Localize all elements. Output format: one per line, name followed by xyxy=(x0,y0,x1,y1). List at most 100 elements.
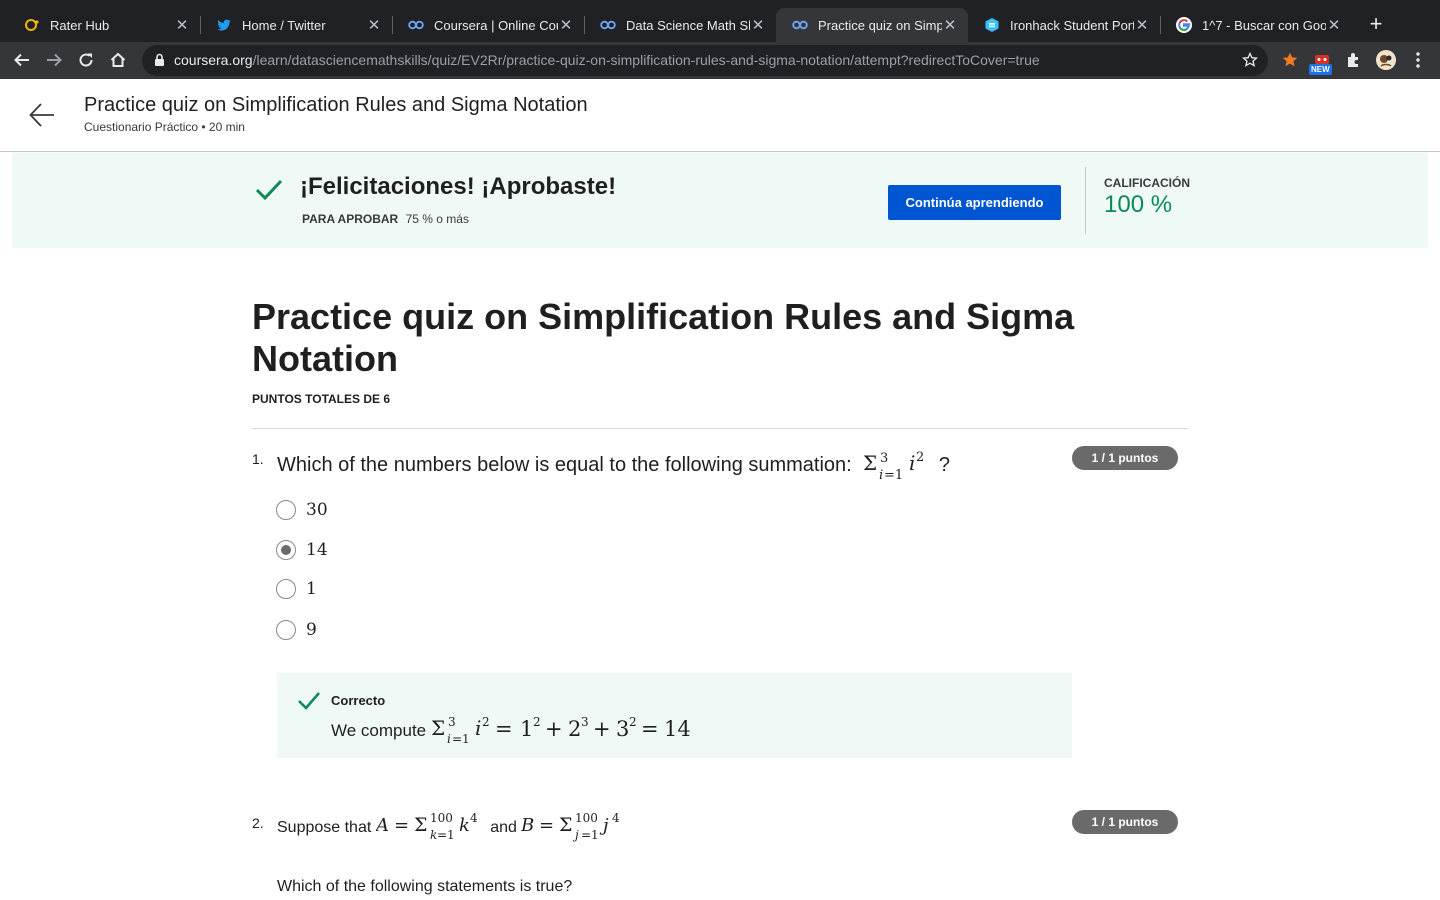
option-label: 14 xyxy=(306,540,328,560)
header-title: Practice quiz on Simplification Rules an… xyxy=(84,94,588,116)
google-icon xyxy=(1176,17,1192,33)
question-number: 1. xyxy=(252,451,264,467)
close-tab-icon[interactable]: ✕ xyxy=(174,17,190,34)
browser-tab[interactable]: Ironhack Student Porta ✕ xyxy=(968,8,1160,42)
svg-text:100: 100 xyxy=(575,811,598,825)
pass-banner: ¡Felicitaciones! ¡Aprobaste! PARA APROBA… xyxy=(12,153,1428,248)
formula-a: A = Σ 100 k =1 k 4 xyxy=(374,811,490,842)
reload-icon[interactable] xyxy=(74,48,98,72)
feedback-title: Correcto xyxy=(331,693,386,708)
grade-label: CALIFICACIÓN xyxy=(1104,176,1190,190)
svg-text:i: i xyxy=(475,716,481,740)
browser-tab[interactable]: Rater Hub ✕ xyxy=(8,8,200,42)
radio-button[interactable] xyxy=(276,500,296,520)
tab-title: Ironhack Student Porta xyxy=(1010,17,1134,33)
answer-option-selected[interactable]: 14 xyxy=(276,539,328,561)
forward-icon[interactable] xyxy=(42,48,66,72)
svg-text:j: j xyxy=(572,828,579,842)
orange-star-extension-icon[interactable] xyxy=(1278,48,1302,72)
tab-title: Home / Twitter xyxy=(242,17,326,33)
close-tab-icon[interactable]: ✕ xyxy=(366,17,382,34)
question-mark: ? xyxy=(938,454,950,476)
svg-text:i: i xyxy=(447,732,451,746)
svg-text:100: 100 xyxy=(430,811,453,825)
answer-option[interactable]: 30 xyxy=(276,499,328,521)
svg-text:2: 2 xyxy=(629,715,637,729)
svg-text:=: = xyxy=(394,815,409,836)
feedback-text: We compute Σ 3 i =1 i 2 = 1 2 + 2 3 + 3 … xyxy=(331,715,693,747)
close-tab-icon[interactable]: ✕ xyxy=(1326,17,1342,34)
browser-tab[interactable]: Data Science Math Ski ✕ xyxy=(584,8,776,42)
svg-text:j: j xyxy=(599,815,609,836)
formula-b: B = Σ 100 j =1 j 4 xyxy=(520,811,631,842)
url-host: coursera.org xyxy=(174,52,253,68)
svg-text:=: = xyxy=(495,717,513,741)
address-bar[interactable]: coursera.org/learn/datasciencemathskills… xyxy=(142,45,1268,76)
url-text: coursera.org/learn/datasciencemathskills… xyxy=(174,52,1040,68)
svg-text:2: 2 xyxy=(916,450,924,465)
bookmark-star-icon[interactable] xyxy=(1241,51,1259,73)
svg-text:14: 14 xyxy=(664,717,691,741)
conjunction: and xyxy=(490,819,517,836)
browser-tab[interactable]: Coursera | Online Cour ✕ xyxy=(392,8,584,42)
home-icon[interactable] xyxy=(106,48,130,72)
browser-tab[interactable]: 1^7 - Buscar con Goog ✕ xyxy=(1160,8,1352,42)
profile-avatar-icon[interactable] xyxy=(1374,48,1398,72)
check-icon xyxy=(297,691,321,716)
svg-text:=1: =1 xyxy=(581,828,599,842)
question-text: Which of the numbers below is equal to t… xyxy=(277,450,950,484)
radio-button[interactable] xyxy=(276,579,296,599)
puzzle-extensions-icon[interactable] xyxy=(1342,48,1366,72)
browser-tab[interactable]: Home / Twitter ✕ xyxy=(200,8,392,42)
coursera-icon xyxy=(792,17,808,33)
svg-text:Σ: Σ xyxy=(431,716,445,740)
rater-hub-icon xyxy=(24,17,40,33)
svg-text:i: i xyxy=(879,468,883,483)
option-label: 30 xyxy=(306,500,328,520)
divider xyxy=(1085,167,1086,234)
browser-menu-icon[interactable] xyxy=(1406,48,1430,72)
svg-text:A: A xyxy=(376,815,389,836)
close-tab-icon[interactable]: ✕ xyxy=(558,17,574,34)
coursera-icon xyxy=(408,17,424,33)
svg-text:4: 4 xyxy=(612,811,620,825)
radio-button-checked[interactable] xyxy=(276,540,296,560)
back-icon[interactable] xyxy=(10,48,34,72)
lock-icon xyxy=(154,53,165,72)
svg-text:=1: =1 xyxy=(884,468,903,483)
new-tab-icon[interactable]: + xyxy=(1364,12,1388,36)
summation-formula: Σ 3 i =1 i 2 xyxy=(863,450,939,483)
continue-learning-button[interactable]: Continúa aprendiendo xyxy=(888,185,1061,220)
svg-text:B: B xyxy=(521,815,534,836)
tab-title: Data Science Math Ski xyxy=(626,17,750,33)
browser-tab-active[interactable]: Practice quiz on Simpli ✕ xyxy=(776,8,968,42)
svg-text:2: 2 xyxy=(533,715,541,729)
answer-option[interactable]: 1 xyxy=(276,578,317,600)
tab-title: Coursera | Online Cour xyxy=(434,17,558,33)
feedback-formula: Σ 3 i =1 i 2 = 1 2 + 2 3 + 3 2 = 14 xyxy=(431,715,693,746)
close-tab-icon[interactable]: ✕ xyxy=(942,17,958,34)
congrats-heading: ¡Felicitaciones! ¡Aprobaste! xyxy=(300,173,617,200)
course-header: Practice quiz on Simplification Rules an… xyxy=(0,79,1440,152)
points-badge: 1 / 1 puntos xyxy=(1072,810,1178,834)
close-tab-icon[interactable]: ✕ xyxy=(1134,17,1150,34)
feedback-prefix: We compute xyxy=(331,721,427,740)
browser-toolbar: coursera.org/learn/datasciencemathskills… xyxy=(0,42,1440,79)
tab-title: 1^7 - Buscar con Goog xyxy=(1202,17,1326,33)
svg-text:Σ: Σ xyxy=(863,451,877,475)
svg-text:+: + xyxy=(593,717,611,741)
radio-button[interactable] xyxy=(276,620,296,640)
url-path: /learn/datasciencemathskills/quiz/EV2Rr/… xyxy=(252,52,1040,68)
svg-text:Σ: Σ xyxy=(559,814,572,836)
svg-text:k: k xyxy=(459,815,470,836)
answer-option[interactable]: 9 xyxy=(276,619,317,641)
option-label: 9 xyxy=(306,620,317,640)
coursera-icon xyxy=(600,17,616,33)
svg-text:3: 3 xyxy=(616,717,629,741)
pass-label: PARA APROBAR xyxy=(302,212,399,226)
close-tab-icon[interactable]: ✕ xyxy=(750,17,766,34)
back-arrow-icon[interactable] xyxy=(28,101,56,129)
check-icon xyxy=(254,177,284,208)
grade-value: 100 % xyxy=(1104,191,1173,218)
total-points: PUNTOS TOTALES DE 6 xyxy=(252,392,391,406)
